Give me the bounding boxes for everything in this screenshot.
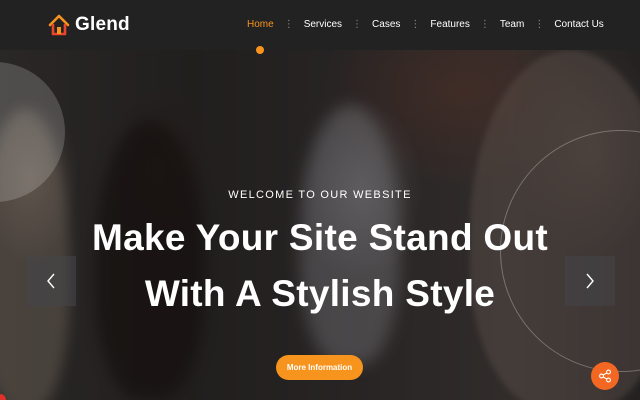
nav-separator: ⋮ <box>283 19 294 30</box>
hero-headline-line-1: Make Your Site Stand Out <box>91 217 549 258</box>
hero-slider: WELCOME TO OUR WEBSITE Make Your Site St… <box>0 50 640 400</box>
share-button[interactable] <box>591 362 619 390</box>
hero-headline-line-2: With A Stylish Style <box>144 273 496 314</box>
slider-prev-button[interactable] <box>26 256 76 306</box>
nav-separator: ⋮ <box>352 19 363 30</box>
nav-cases[interactable]: Cases <box>372 0 400 50</box>
house-logo-icon <box>48 14 70 36</box>
nav-contact-us[interactable]: Contact Us <box>554 0 603 50</box>
nav-features[interactable]: Features <box>430 0 469 50</box>
chevron-right-icon <box>586 273 594 289</box>
nav-separator: ⋮ <box>534 19 545 30</box>
brand-logo[interactable]: Glend <box>48 12 130 38</box>
nav-services[interactable]: Services <box>304 0 342 50</box>
nav-home[interactable]: Home <box>247 0 274 54</box>
brand-name: Glend <box>75 14 130 35</box>
hero-eyebrow: WELCOME TO OUR WEBSITE <box>228 189 412 201</box>
main-nav: Home ⋮ Services ⋮ Cases ⋮ Features ⋮ Tea… <box>247 0 604 54</box>
more-information-button[interactable]: More Information <box>276 355 363 380</box>
nav-team[interactable]: Team <box>500 0 524 50</box>
share-icon <box>599 369 611 383</box>
slider-next-button[interactable] <box>565 256 615 306</box>
nav-separator: ⋮ <box>410 19 421 30</box>
site-header: Glend Home ⋮ Services ⋮ Cases ⋮ Features… <box>0 0 640 54</box>
nav-separator: ⋮ <box>479 19 490 30</box>
chevron-left-icon <box>47 273 55 289</box>
